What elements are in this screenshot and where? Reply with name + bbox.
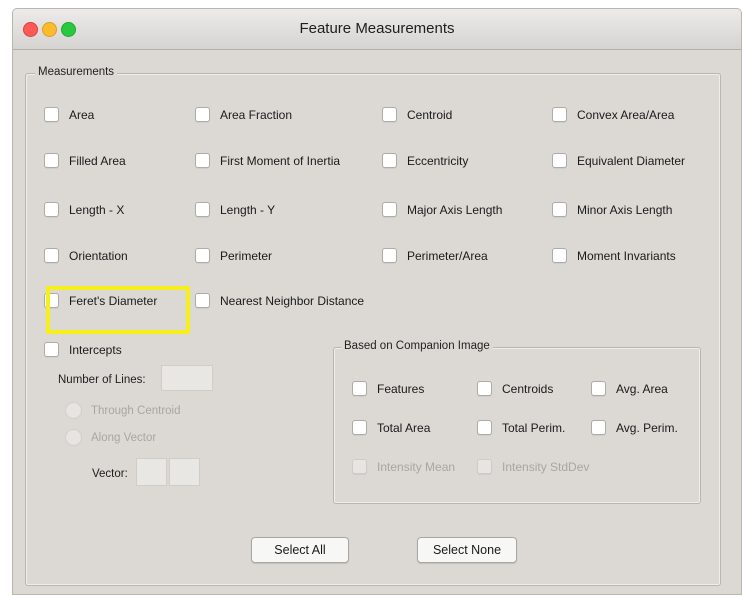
checkbox-label: Filled Area: [69, 153, 126, 168]
checkbox-box[interactable]: [44, 153, 59, 168]
checkbox-box[interactable]: [552, 202, 567, 217]
checkbox-box[interactable]: [352, 381, 367, 396]
vector-label: Vector:: [92, 468, 128, 480]
checkbox-length-y[interactable]: Length - Y: [195, 202, 275, 217]
checkbox-box[interactable]: [195, 107, 210, 122]
checkbox-major-axis-length[interactable]: Major Axis Length: [382, 202, 502, 217]
number-of-lines-label: Number of Lines:: [58, 374, 146, 386]
checkbox-total-perim[interactable]: Total Perim.: [477, 420, 565, 435]
checkbox-label: Eccentricity: [407, 153, 469, 168]
checkbox-area-fraction[interactable]: Area Fraction: [195, 107, 292, 122]
radio-along-vector[interactable]: Along Vector: [65, 429, 156, 446]
checkbox-intensity-mean[interactable]: Intensity Mean: [352, 459, 455, 474]
checkbox-label: Minor Axis Length: [577, 202, 673, 217]
checkbox-box[interactable]: [352, 420, 367, 435]
checkbox-orientation[interactable]: Orientation: [44, 248, 128, 263]
checkbox-label: Features: [377, 381, 425, 396]
checkbox-box[interactable]: [195, 153, 210, 168]
radio-label: Through Centroid: [91, 404, 181, 417]
checkbox-box[interactable]: [44, 342, 59, 357]
vector-x-input[interactable]: [136, 458, 167, 486]
checkbox-minor-axis-length[interactable]: Minor Axis Length: [552, 202, 672, 217]
checkbox-features[interactable]: Features: [352, 381, 424, 396]
checkbox-box[interactable]: [44, 107, 59, 122]
checkbox-box[interactable]: [591, 420, 606, 435]
checkbox-label: Perimeter/Area: [407, 248, 488, 263]
checkbox-label: Centroid: [407, 107, 453, 122]
checkbox-avg-area[interactable]: Avg. Area: [591, 381, 668, 396]
checkbox-box[interactable]: [477, 459, 492, 474]
checkbox-label: Intensity StdDev: [502, 459, 590, 474]
checkbox-label: Equivalent Diameter: [577, 153, 686, 168]
checkbox-box[interactable]: [352, 459, 367, 474]
checkbox-avg-perim[interactable]: Avg. Perim.: [591, 420, 678, 435]
checkbox-area[interactable]: Area: [44, 107, 94, 122]
checkbox-box[interactable]: [552, 107, 567, 122]
checkbox-label: Orientation: [69, 248, 128, 263]
checkbox-label: Total Perim.: [502, 420, 566, 435]
checkbox-moment-invariants[interactable]: Moment Invariants: [552, 248, 676, 263]
checkbox-label: Intercepts: [69, 342, 122, 357]
checkbox-label: Area: [69, 107, 95, 122]
checkbox-perimeter-area[interactable]: Perimeter/Area: [382, 248, 488, 263]
checkbox-label: First Moment of Inertia: [220, 153, 341, 168]
checkbox-label: Length - Y: [220, 202, 276, 217]
checkbox-box[interactable]: [477, 420, 492, 435]
checkbox-box[interactable]: [591, 381, 606, 396]
checkbox-box[interactable]: [44, 202, 59, 217]
checkbox-centroid[interactable]: Centroid: [382, 107, 452, 122]
radio-dot[interactable]: [65, 402, 82, 419]
checkbox-box[interactable]: [195, 202, 210, 217]
checkbox-intercepts[interactable]: Intercepts: [44, 342, 122, 357]
checkbox-label: Nearest Neighbor Distance: [220, 293, 365, 308]
number-of-lines-input[interactable]: [161, 365, 213, 391]
checkbox-box[interactable]: [382, 153, 397, 168]
checkbox-first-moment[interactable]: First Moment of Inertia: [195, 153, 340, 168]
checkbox-label: Intensity Mean: [377, 459, 456, 474]
checkbox-box[interactable]: [552, 153, 567, 168]
checkbox-box[interactable]: [44, 248, 59, 263]
checkbox-length-x[interactable]: Length - X: [44, 202, 124, 217]
checkbox-box[interactable]: [382, 107, 397, 122]
checkbox-box[interactable]: [195, 248, 210, 263]
feret-diameter-highlight-box: [46, 286, 190, 334]
radio-label: Along Vector: [91, 431, 157, 444]
select-none-button[interactable]: Select None: [417, 537, 517, 563]
checkbox-box[interactable]: [195, 293, 210, 308]
checkbox-box[interactable]: [382, 248, 397, 263]
checkbox-label: Avg. Perim.: [616, 420, 678, 435]
checkbox-label: Major Axis Length: [407, 202, 503, 217]
checkbox-nearest-neighbor-distance[interactable]: Nearest Neighbor Distance: [195, 293, 364, 308]
checkbox-filled-area[interactable]: Filled Area: [44, 153, 126, 168]
checkbox-equivalent-diameter[interactable]: Equivalent Diameter: [552, 153, 685, 168]
window-title: Feature Measurements: [299, 20, 455, 37]
radio-dot[interactable]: [65, 429, 82, 446]
checkbox-total-area[interactable]: Total Area: [352, 420, 430, 435]
checkbox-label: Moment Invariants: [577, 248, 676, 263]
radio-through-centroid[interactable]: Through Centroid: [65, 402, 181, 419]
feature-measurements-window: Feature Measurements Measurements Area A…: [12, 8, 742, 595]
checkbox-intensity-stddev[interactable]: Intensity StdDev: [477, 459, 589, 474]
checkbox-box[interactable]: [477, 381, 492, 396]
checkbox-eccentricity[interactable]: Eccentricity: [382, 153, 468, 168]
measurements-legend: Measurements: [35, 66, 118, 78]
checkbox-label: Convex Area/Area: [577, 107, 675, 122]
checkbox-label: Perimeter: [220, 248, 273, 263]
title-bar: Feature Measurements: [13, 9, 741, 50]
checkbox-convex-area[interactable]: Convex Area/Area: [552, 107, 674, 122]
checkbox-box[interactable]: [552, 248, 567, 263]
select-all-button[interactable]: Select All: [251, 537, 349, 563]
companion-image-legend: Based on Companion Image: [341, 340, 493, 352]
checkbox-perimeter[interactable]: Perimeter: [195, 248, 272, 263]
checkbox-label: Length - X: [69, 202, 125, 217]
checkbox-box[interactable]: [382, 202, 397, 217]
checkbox-centroids[interactable]: Centroids: [477, 381, 553, 396]
checkbox-label: Centroids: [502, 381, 554, 396]
checkbox-label: Avg. Area: [616, 381, 668, 396]
vector-y-input[interactable]: [169, 458, 200, 486]
checkbox-label: Total Area: [377, 420, 431, 435]
checkbox-label: Area Fraction: [220, 107, 293, 122]
